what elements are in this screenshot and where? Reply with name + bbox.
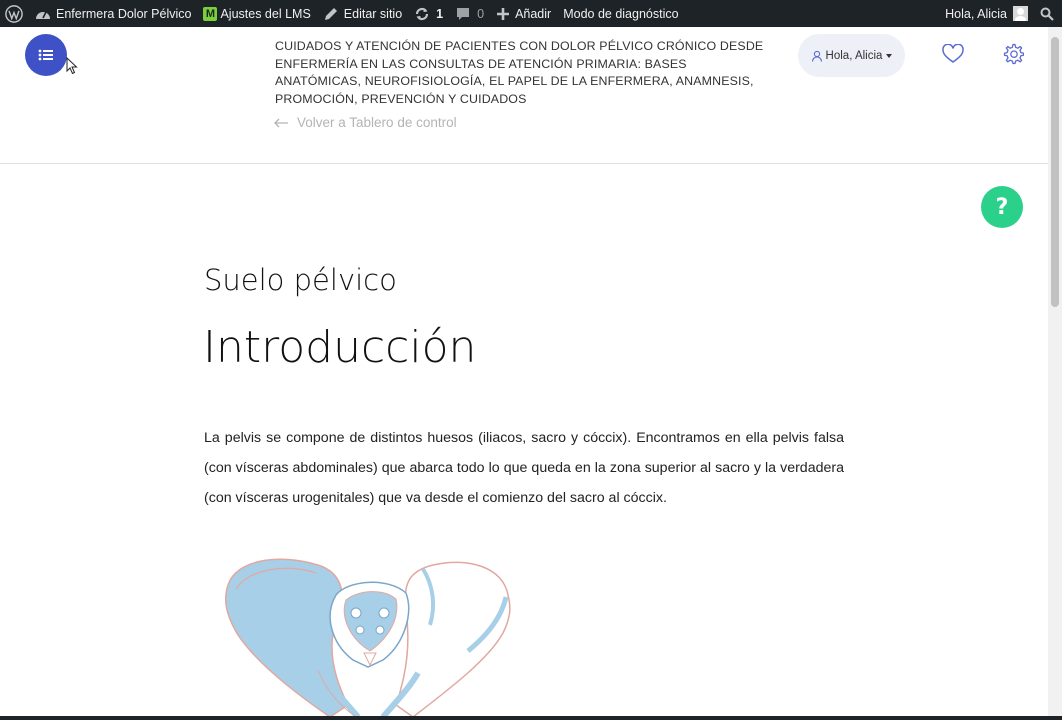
arrow-left-icon bbox=[274, 118, 288, 127]
account-greeting: Hola, Alicia bbox=[945, 6, 1007, 21]
pelvis-illustration bbox=[225, 558, 511, 717]
scrollbar-thumb[interactable] bbox=[1051, 37, 1059, 307]
site-name: Enfermera Dolor Pélvico bbox=[56, 6, 192, 21]
course-title: CUIDADOS Y ATENCIÓN DE PACIENTES CON DOL… bbox=[275, 39, 764, 106]
lms-settings-label: Ajustes del LMS bbox=[220, 6, 311, 21]
comment-icon bbox=[457, 7, 470, 20]
user-greeting: Hola, Alicia bbox=[825, 49, 883, 62]
admin-bar: Enfermera Dolor Pélvico M Ajustes del LM… bbox=[0, 0, 1062, 27]
lms-settings-link[interactable]: M Ajustes del LMS bbox=[197, 0, 316, 27]
lesson-section-title: Suelo pélvico bbox=[204, 263, 397, 297]
comments-link[interactable]: 0 bbox=[449, 0, 490, 27]
list-icon bbox=[38, 49, 53, 61]
add-new-label: Añadir bbox=[515, 6, 552, 21]
plus-icon bbox=[497, 7, 510, 20]
comments-count: 0 bbox=[477, 6, 485, 21]
dashboard-icon bbox=[36, 11, 50, 19]
add-new-link[interactable]: Añadir bbox=[490, 0, 557, 27]
avatar bbox=[1013, 6, 1028, 21]
edit-site-label: Editar sitio bbox=[343, 6, 403, 21]
user-menu-button[interactable]: Hola, Alicia bbox=[798, 34, 905, 77]
edit-icon bbox=[324, 7, 337, 20]
course-menu-button[interactable] bbox=[25, 34, 67, 76]
lesson-title: Introducción bbox=[203, 322, 477, 373]
diagnostic-mode-link[interactable]: Modo de diagnóstico bbox=[557, 0, 684, 27]
page-scrollbar[interactable] bbox=[1048, 27, 1062, 717]
help-button[interactable]: ? bbox=[981, 186, 1023, 228]
edit-site-link[interactable]: Editar sitio bbox=[317, 0, 408, 27]
admin-site-link[interactable]: Enfermera Dolor Pélvico bbox=[29, 0, 197, 27]
back-link-label: Volver a Tablero de control bbox=[297, 115, 457, 130]
updates-count: 1 bbox=[436, 6, 444, 21]
course-header: CUIDADOS Y ATENCIÓN DE PACIENTES CON DOL… bbox=[0, 27, 1048, 164]
updates-icon bbox=[416, 7, 429, 20]
updates-link[interactable]: 1 bbox=[408, 0, 449, 27]
account-menu[interactable]: Hola, Alicia bbox=[939, 0, 1034, 27]
chevron-down-icon bbox=[886, 53, 893, 58]
bottom-edge bbox=[0, 716, 1062, 720]
user-icon bbox=[811, 50, 822, 62]
admin-search-button[interactable] bbox=[1034, 0, 1062, 27]
wordpress-logo-icon[interactable] bbox=[0, 0, 29, 27]
search-icon bbox=[1040, 7, 1054, 21]
mouse-cursor-icon bbox=[66, 57, 78, 75]
back-to-dashboard-link[interactable]: Volver a Tablero de control bbox=[274, 115, 457, 130]
gear-icon[interactable] bbox=[1002, 43, 1024, 65]
diagnostic-mode-label: Modo de diagnóstico bbox=[563, 6, 679, 21]
heart-icon[interactable] bbox=[942, 44, 964, 64]
lms-icon: M bbox=[203, 6, 218, 21]
lesson-paragraph: La pelvis se compone de distintos huesos… bbox=[204, 430, 844, 506]
